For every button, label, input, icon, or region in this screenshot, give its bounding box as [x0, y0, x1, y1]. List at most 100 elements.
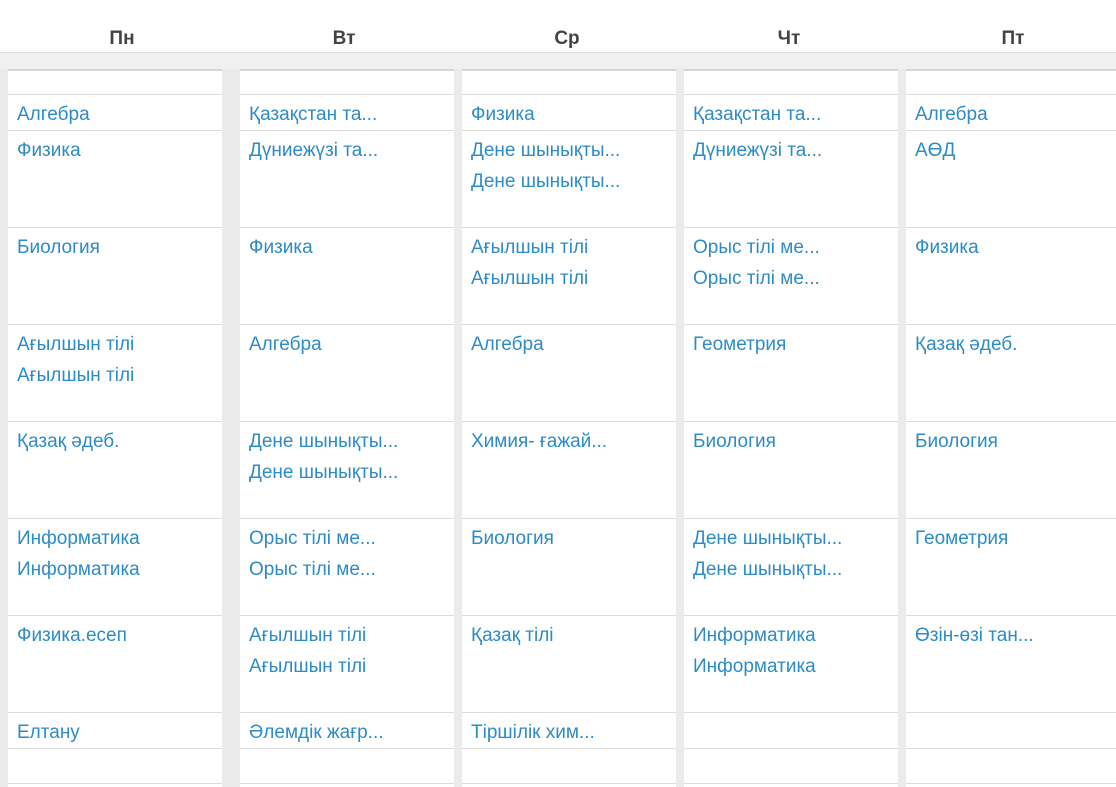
lesson-link[interactable]: Тіршілік хим... — [471, 717, 676, 748]
lesson-link[interactable]: АӨД — [915, 135, 1116, 166]
lesson-slot: Алгебра — [8, 94, 222, 130]
lesson-slot: Ағылшын тілі Ағылшын тілі — [240, 615, 454, 712]
lesson-link[interactable]: Дене шынықты... — [471, 135, 676, 166]
lesson-slot: Информатика Информатика — [684, 615, 898, 712]
lesson-link[interactable]: Қазақ әдеб. — [17, 426, 222, 457]
lesson-slot: Физика — [462, 94, 676, 130]
lesson-link[interactable]: Дене шынықты... — [471, 166, 676, 197]
day-header: Вт — [332, 28, 356, 49]
lesson-slot: Информатика Информатика — [8, 518, 222, 615]
lesson-slot: Биология — [462, 518, 676, 615]
lesson-link[interactable]: Қазақстан та... — [249, 99, 454, 130]
lesson-slot: Алгебра — [240, 324, 454, 421]
lesson-slot — [684, 748, 898, 783]
lesson-link[interactable]: Биология — [693, 426, 898, 457]
lesson-slot: Дене шынықты... Дене шынықты... — [684, 518, 898, 615]
lesson-link[interactable]: Информатика — [693, 651, 898, 682]
lesson-link[interactable]: Физика — [915, 232, 1116, 263]
lesson-slot: АӨД — [906, 130, 1116, 227]
lesson-slot — [462, 748, 676, 783]
lesson-slot: Ағылшын тілі Ағылшын тілі — [8, 324, 222, 421]
lesson-slot: Орыс тілі ме... Орыс тілі ме... — [240, 518, 454, 615]
lesson-link[interactable]: Ағылшын тілі — [471, 232, 676, 263]
lesson-link[interactable]: Алгебра — [249, 329, 454, 360]
lesson-slot: Қазақ тілі — [462, 615, 676, 712]
day-header: Чт — [777, 28, 801, 49]
lesson-link[interactable]: Қазақ әдеб. — [915, 329, 1116, 360]
lesson-link[interactable]: Геометрия — [915, 523, 1116, 554]
column-divider — [222, 69, 240, 787]
lesson-slot: Дене шынықты... Дене шынықты... — [462, 130, 676, 227]
lesson-link[interactable]: Физика — [249, 232, 454, 263]
lesson-link[interactable]: Физика.есеп — [17, 620, 222, 651]
lesson-link[interactable]: Биология — [471, 523, 676, 554]
lesson-slot: Ағылшын тілі Ағылшын тілі — [462, 227, 676, 324]
lesson-link[interactable]: Физика — [471, 99, 676, 130]
lesson-link[interactable]: Ағылшын тілі — [249, 620, 454, 651]
lesson-link[interactable]: Информатика — [17, 523, 222, 554]
lesson-link[interactable]: Орыс тілі ме... — [693, 263, 898, 294]
lesson-slot: Биология — [684, 421, 898, 518]
lesson-link[interactable]: Қазақ тілі — [471, 620, 676, 651]
header-separator — [0, 53, 1116, 69]
column-bottom-border — [240, 783, 454, 787]
lesson-slot: Физика.есеп — [8, 615, 222, 712]
lesson-slot — [906, 712, 1116, 748]
lesson-link[interactable]: Дүниежүзі та... — [249, 135, 454, 166]
lesson-slot: Дене шынықты... Дене шынықты... — [240, 421, 454, 518]
lesson-link[interactable]: Ағылшын тілі — [17, 360, 222, 391]
lesson-link[interactable]: Орыс тілі ме... — [249, 554, 454, 585]
lesson-link[interactable]: Информатика — [17, 554, 222, 585]
lesson-link[interactable]: Елтану — [17, 717, 222, 748]
day-header-row: Пн Вт Ср Чт Пт — [0, 0, 1116, 53]
lesson-link[interactable]: Биология — [17, 232, 222, 263]
lesson-link[interactable]: Биология — [915, 426, 1116, 457]
lesson-link[interactable]: Өзін-өзі тан... — [915, 620, 1116, 651]
lesson-slot: Дүниежүзі та... — [684, 130, 898, 227]
column-bottom-border — [684, 783, 898, 787]
lesson-link[interactable]: Дене шынықты... — [693, 523, 898, 554]
lesson-slot: Алгебра — [462, 324, 676, 421]
lesson-slot: Биология — [8, 227, 222, 324]
lesson-slot: Қазақстан та... — [240, 94, 454, 130]
lesson-link[interactable]: Алгебра — [17, 99, 222, 130]
lesson-link[interactable]: Орыс тілі ме... — [693, 232, 898, 263]
lesson-link[interactable]: Дене шынықты... — [249, 426, 454, 457]
lesson-link[interactable]: Алгебра — [915, 99, 1116, 130]
lesson-link[interactable]: Дене шынықты... — [693, 554, 898, 585]
lesson-slot: Қазақстан та... — [684, 94, 898, 130]
lesson-slot: Орыс тілі ме... Орыс тілі ме... — [684, 227, 898, 324]
lesson-slot: Физика — [240, 227, 454, 324]
lesson-link[interactable]: Ағылшын тілі — [249, 651, 454, 682]
lesson-link[interactable]: Химия- ғажай... — [471, 426, 676, 457]
lesson-slot: Елтану — [8, 712, 222, 748]
lesson-slot — [8, 748, 222, 783]
lesson-slot: Қазақ әдеб. — [8, 421, 222, 518]
lesson-link[interactable]: Физика — [17, 135, 222, 166]
lesson-link[interactable]: Орыс тілі ме... — [249, 523, 454, 554]
lesson-link[interactable]: Геометрия — [693, 329, 898, 360]
lesson-slot: Дүниежүзі та... — [240, 130, 454, 227]
day-header: Ср — [554, 28, 580, 49]
lesson-slot: Биология — [906, 421, 1116, 518]
column-bottom-border — [462, 783, 676, 787]
lesson-slot: Геометрия — [906, 518, 1116, 615]
lesson-link[interactable]: Қазақстан та... — [693, 99, 898, 130]
lesson-slot — [240, 748, 454, 783]
lesson-slot: Химия- ғажай... — [462, 421, 676, 518]
lesson-link[interactable]: Дүниежүзі та... — [693, 135, 898, 166]
lesson-slot: Физика — [8, 130, 222, 227]
column-divider — [0, 69, 8, 787]
lesson-link[interactable]: Ағылшын тілі — [471, 263, 676, 294]
lesson-link[interactable]: Информатика — [693, 620, 898, 651]
column-bottom-border — [8, 783, 222, 787]
lesson-slot: Өзін-өзі тан... — [906, 615, 1116, 712]
lesson-link[interactable]: Әлемдік жағр... — [249, 717, 454, 748]
lesson-slot: Геометрия — [684, 324, 898, 421]
weekly-schedule: Пн Вт Ср Чт Пт Алгебра Физика Биология Ағылшын … — [0, 0, 1116, 787]
column-bottom-border — [906, 783, 1116, 787]
lesson-link[interactable]: Ағылшын тілі — [17, 329, 222, 360]
lesson-slot: Әлемдік жағр... — [240, 712, 454, 748]
lesson-link[interactable]: Дене шынықты... — [249, 457, 454, 488]
lesson-link[interactable]: Алгебра — [471, 329, 676, 360]
